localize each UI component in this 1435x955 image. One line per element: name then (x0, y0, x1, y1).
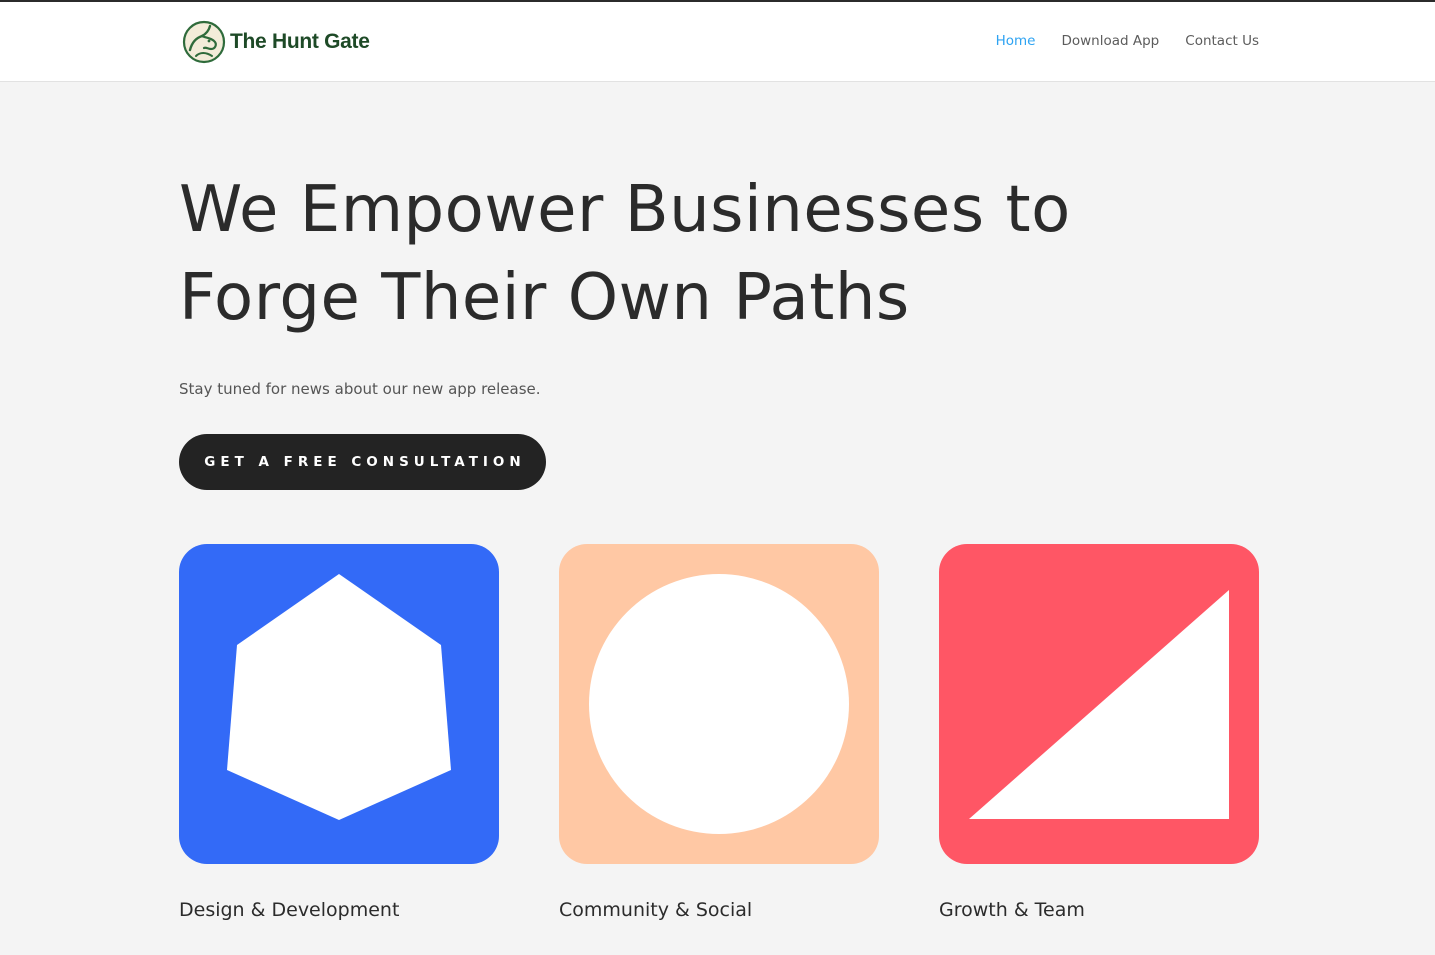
hero-subtitle: Stay tuned for news about our new app re… (179, 380, 541, 398)
nav-download-app[interactable]: Download App (1061, 33, 1159, 49)
card-label-growth-team: Growth & Team (939, 899, 1085, 921)
deer-logo-icon (182, 20, 226, 64)
design-development-card (179, 544, 499, 864)
hexagon-icon (179, 544, 499, 864)
nav-contact-us[interactable]: Contact Us (1185, 33, 1259, 49)
card-label-community-social: Community & Social (559, 899, 753, 921)
card-label-design-development: Design & Development (179, 899, 400, 921)
main-nav: Home Download App Contact Us (996, 33, 1259, 49)
nav-home[interactable]: Home (996, 33, 1036, 49)
hero-title-line-2: Forge Their Own Paths (179, 261, 910, 335)
site-header: The Hunt Gate Home Download App Contact … (0, 2, 1435, 82)
site-logo[interactable]: The Hunt Gate (182, 20, 370, 64)
logo-text: The Hunt Gate (230, 30, 370, 53)
hero-title-line-1: We Empower Businesses to (179, 173, 1071, 247)
circle-icon (559, 544, 879, 864)
community-social-card (559, 544, 879, 864)
triangle-icon (939, 544, 1259, 864)
free-consultation-button[interactable]: Get a Free Consultation (179, 434, 546, 490)
hero-title: We Empower Businesses to Forge Their Own… (179, 166, 1279, 342)
growth-team-card (939, 544, 1259, 864)
